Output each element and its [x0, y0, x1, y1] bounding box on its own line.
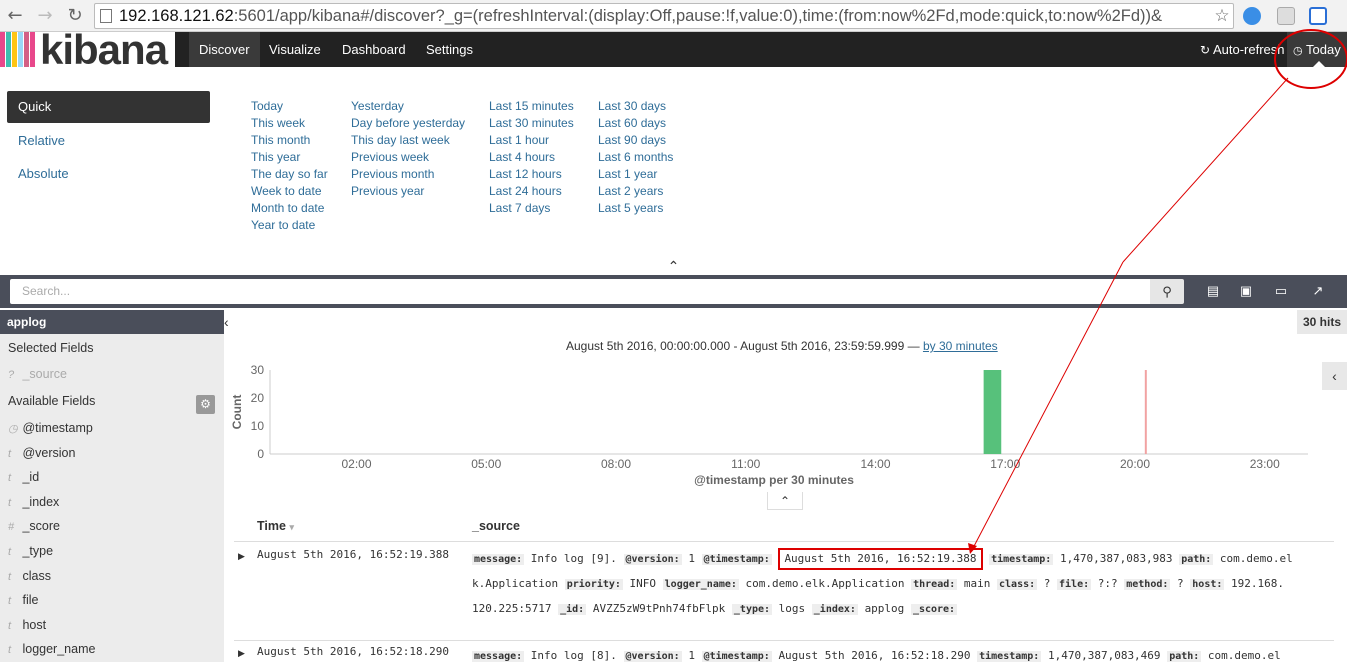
annotation-overlay — [968, 29, 1347, 554]
annotation-arrow — [971, 261, 1124, 551]
annotation-line — [1122, 77, 1289, 263]
arrow-head-icon — [968, 543, 977, 554]
annotation-circle — [1274, 29, 1347, 89]
